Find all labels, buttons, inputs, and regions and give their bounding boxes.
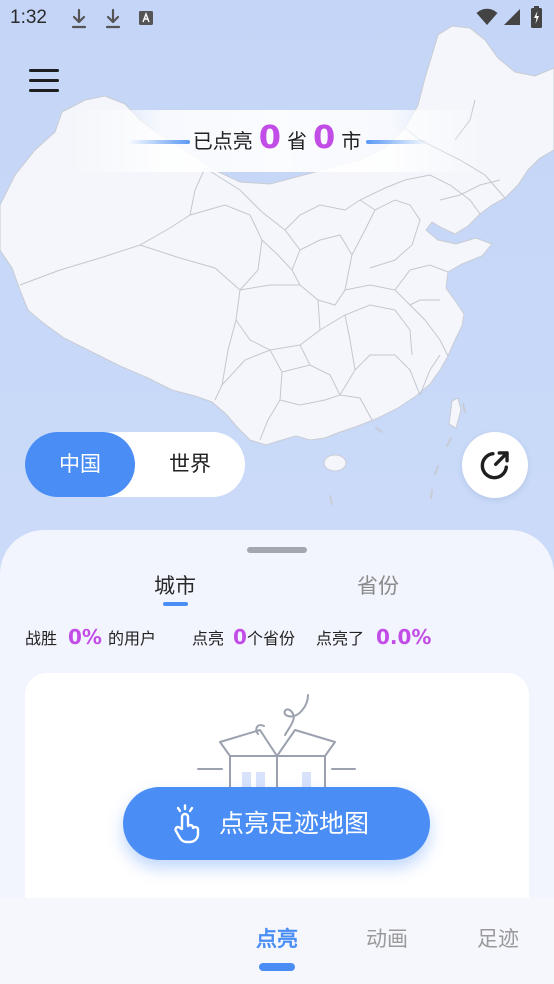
beat-value: 0% [68,625,102,649]
beat-suffix: 的用户 [108,629,157,648]
lit-province-value: 0 [233,625,247,649]
empty-box-illustration [197,694,356,795]
nav-item-footprint[interactable]: 足迹 [458,923,538,953]
lit-pct-prefix: 点亮了 [316,629,365,648]
share-icon [480,451,509,480]
province-unit: 省 [287,129,307,153]
lit-pct-value: 0.0% [376,625,432,649]
city-count: 0 [313,118,336,156]
download-icon [71,8,87,29]
app-screen: 1:32 已点亮 0 省 0 市 中国 世界 城市 省份 战胜 0% 的用户 点… [0,0,554,984]
tab-province[interactable]: 省份 [328,570,428,600]
wifi-icon [476,8,498,25]
taiwan-island[interactable] [448,397,462,429]
beat-prefix: 战胜 [25,629,58,648]
battery-icon [531,6,542,28]
map-scope-toggle: 中国 世界 [25,432,245,497]
china-mainland[interactable] [0,25,554,446]
menu-icon[interactable] [27,64,61,96]
light-footprint-map-button[interactable]: 点亮足迹地图 [123,787,430,860]
share-button[interactable] [462,432,528,498]
tab-city[interactable]: 城市 [125,570,225,600]
lit-summary-banner: 已点亮 0 省 0 市 [0,118,554,168]
nav-active-indicator [259,963,295,971]
lit-prefix: 点亮 [192,629,225,648]
status-time: 1:32 [10,7,47,28]
nav-item-light[interactable]: 点亮 [237,923,317,953]
tab-indicator [163,602,188,606]
province-count: 0 [258,118,281,156]
toggle-option-world[interactable]: 世界 [135,432,245,497]
hainan-island[interactable] [323,454,347,472]
banner-prefix: 已点亮 [192,129,253,153]
tap-hand-icon [174,804,200,844]
nav-item-animation[interactable]: 动画 [347,923,427,953]
a-text-icon [139,11,153,25]
download-icon [105,8,121,29]
lit-suffix: 个省份 [247,629,296,648]
city-unit: 市 [341,129,362,153]
light-footprint-map-label: 点亮足迹地图 [219,809,370,838]
sheet-drag-handle[interactable] [247,547,307,553]
toggle-option-china[interactable]: 中国 [25,432,135,497]
signal-icon [504,9,520,25]
